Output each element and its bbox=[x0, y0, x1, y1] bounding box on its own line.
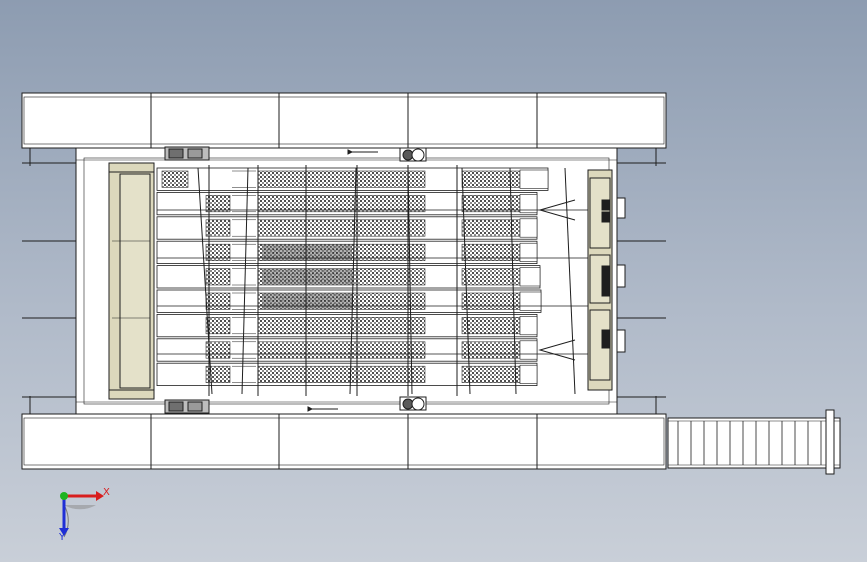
x-axis-label: X bbox=[103, 487, 110, 498]
belt-row bbox=[156, 289, 542, 313]
belt-row bbox=[156, 191, 538, 216]
belt-row bbox=[156, 313, 538, 338]
left-end-panel bbox=[108, 162, 155, 400]
belt-row bbox=[156, 167, 549, 191]
y-axis-label: Y bbox=[59, 532, 66, 543]
belt-row bbox=[156, 216, 538, 240]
exit-conveyor bbox=[667, 409, 841, 475]
right-end-panel bbox=[587, 169, 626, 391]
top-housing bbox=[21, 92, 667, 149]
bottom-housing bbox=[21, 413, 667, 470]
belt-row bbox=[156, 265, 541, 289]
cad-viewport[interactable]: X Y bbox=[0, 0, 867, 562]
machine-top-view-drawing bbox=[21, 92, 841, 475]
conveyor-belts bbox=[156, 167, 549, 387]
belt-row bbox=[156, 362, 538, 387]
belt-row bbox=[156, 338, 538, 362]
belt-row bbox=[156, 240, 538, 264]
